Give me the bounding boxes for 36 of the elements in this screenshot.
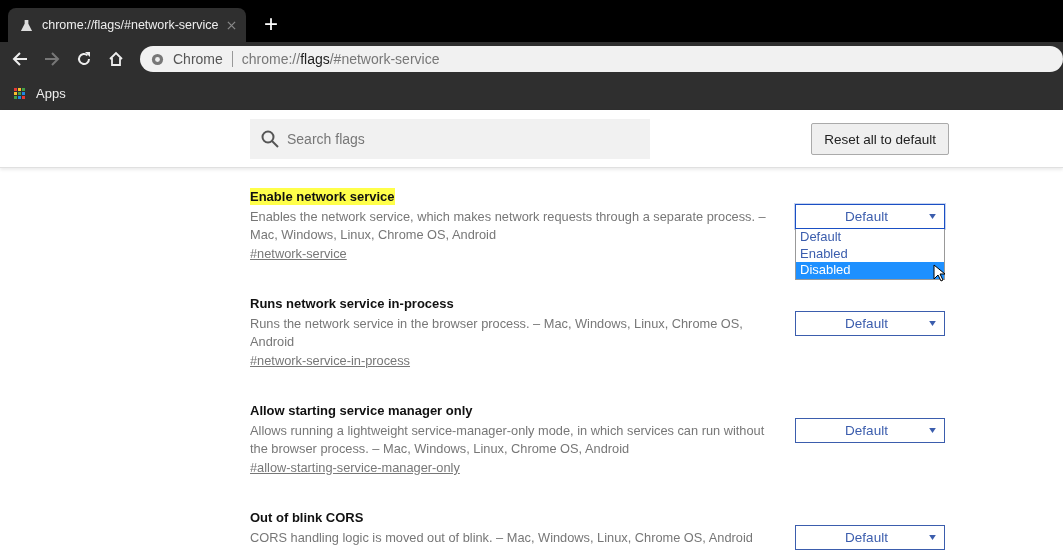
back-icon[interactable] [12, 51, 28, 67]
reset-button[interactable]: Reset all to default [811, 123, 949, 155]
caret-icon [929, 535, 936, 540]
flag-link[interactable]: #network-service [250, 246, 347, 261]
flag-dropdown[interactable]: Default [795, 525, 945, 550]
forward-icon[interactable] [44, 51, 60, 67]
flag-link[interactable]: #allow-starting-service-manager-only [250, 460, 460, 475]
flag-description: CORS handling logic is moved out of blink. – Mac, Windows, Linux, Chrome OS, Android [250, 529, 754, 547]
flag-description: Allows running a lightweight service-manager-only mode, in which services can run without the browser process. – Mac, Windows, Linux, Chrome OS, Android [250, 422, 766, 458]
flag-dropdown[interactable]: Default [795, 311, 945, 336]
flask-icon [20, 18, 33, 32]
search-field[interactable]: Search flags [250, 119, 650, 159]
site-label: Chrome [173, 51, 223, 67]
flag-dropdown[interactable]: Default [795, 204, 945, 229]
flag-title: Out of blink CORS [250, 509, 364, 526]
reload-icon[interactable] [76, 51, 92, 67]
flag-description: Runs the network service in the browser process. – Mac, Windows, Linux, Chrome OS, Android [250, 315, 744, 351]
url-text: chrome://flags/#network-service [241, 51, 440, 67]
flag-dropdown[interactable]: Default [795, 418, 945, 443]
flag-title: Runs network service in-process [250, 295, 454, 312]
caret-icon [929, 321, 936, 326]
new-tab-button[interactable]: + [264, 12, 278, 36]
apps-grid-icon [14, 87, 25, 99]
flag-description: Enables the network service, which makes network requests through a separate process. – Mac, Windows, Linux, Chrome OS, Android [250, 208, 767, 244]
caret-icon [929, 214, 936, 219]
bookmark-item[interactable]: Apps [14, 85, 66, 101]
dropdown-option[interactable]: Default [796, 229, 944, 246]
address-bar[interactable]: Chrome chrome://flags/#network-service [140, 46, 1063, 72]
caret-icon [929, 428, 936, 433]
browser-tab[interactable]: chrome://flags/#network-service [8, 8, 246, 42]
flag-title: Allow starting service manager only [250, 402, 473, 419]
dropdown-option[interactable]: Enabled [796, 245, 944, 262]
flag-title: Enable network service [250, 188, 395, 205]
flag-link[interactable]: #network-service-in-process [250, 353, 410, 368]
home-icon[interactable] [108, 51, 124, 67]
close-icon[interactable] [227, 20, 237, 30]
